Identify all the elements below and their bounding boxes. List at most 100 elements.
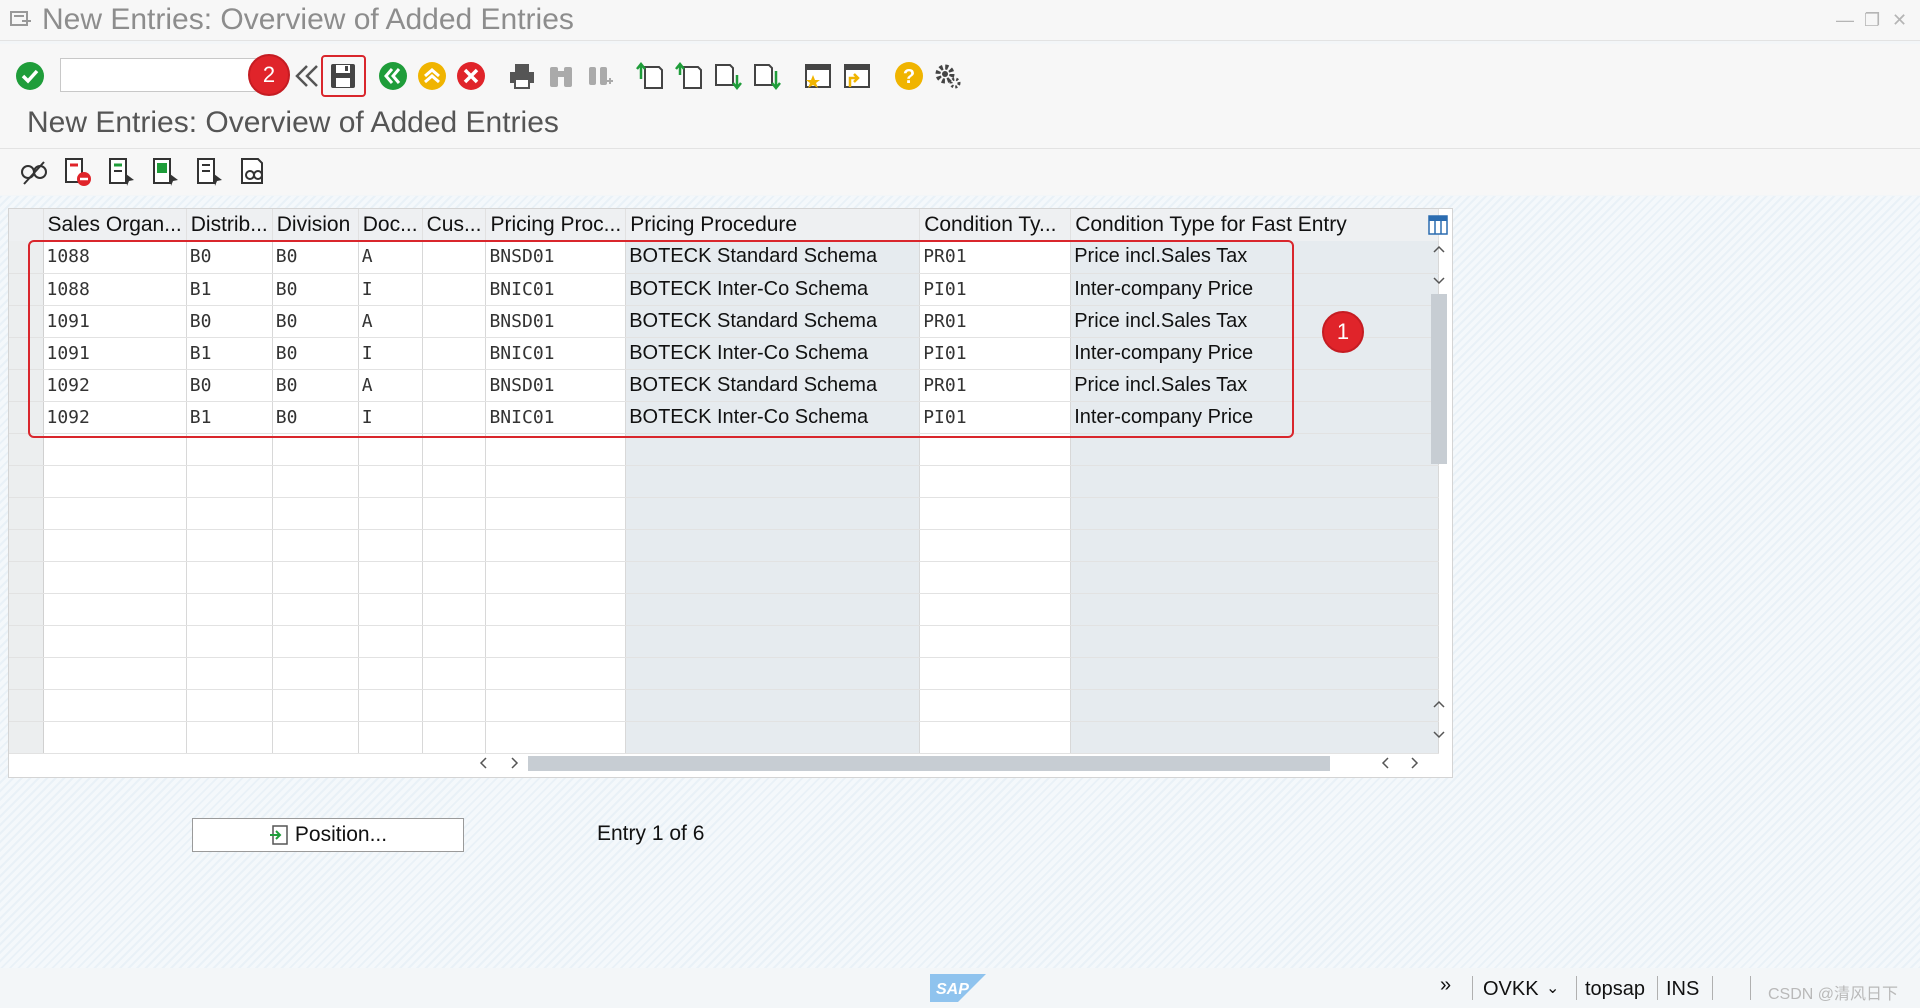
empty-cell[interactable] xyxy=(43,561,187,594)
find-next-icon[interactable] xyxy=(584,60,616,92)
empty-cell[interactable] xyxy=(919,593,1072,626)
empty-cell[interactable] xyxy=(272,561,359,594)
previous-page-icon[interactable] xyxy=(673,60,705,92)
empty-cell[interactable] xyxy=(43,721,187,754)
row-selector[interactable] xyxy=(9,657,44,690)
command-field[interactable] xyxy=(60,58,260,92)
display-change-icon[interactable] xyxy=(18,156,50,188)
empty-cell[interactable] xyxy=(485,465,627,498)
column-header[interactable]: Cus... xyxy=(422,209,487,241)
chevron-down-icon[interactable]: ⌄ xyxy=(1546,978,1559,998)
empty-cell[interactable] xyxy=(358,625,423,658)
empty-cell[interactable] xyxy=(422,497,487,530)
cancel-icon[interactable] xyxy=(455,60,487,92)
expand-status-icon[interactable]: » xyxy=(1440,974,1451,997)
empty-cell[interactable] xyxy=(422,465,487,498)
empty-cell[interactable] xyxy=(919,529,1072,562)
empty-cell[interactable] xyxy=(919,721,1072,754)
empty-cell[interactable] xyxy=(358,465,423,498)
row-selector[interactable] xyxy=(9,497,44,530)
empty-cell[interactable] xyxy=(422,593,487,626)
empty-cell[interactable] xyxy=(358,593,423,626)
last-page-icon[interactable] xyxy=(751,60,783,92)
row-selector[interactable] xyxy=(9,689,44,722)
close-window-icon[interactable]: ✕ xyxy=(1892,10,1907,31)
horizontal-scrollbar[interactable] xyxy=(470,752,1420,774)
collapse-command-icon[interactable] xyxy=(290,60,322,92)
empty-cell[interactable] xyxy=(358,657,423,690)
empty-cell[interactable] xyxy=(43,529,187,562)
empty-cell[interactable] xyxy=(43,689,187,722)
column-header[interactable]: Doc... xyxy=(358,209,423,241)
settings-gear-icon[interactable] xyxy=(932,60,964,92)
table-settings-icon[interactable] xyxy=(1428,215,1448,235)
column-header[interactable]: Pricing Procedure xyxy=(625,209,921,241)
minimize-icon[interactable]: — xyxy=(1836,10,1854,31)
empty-cell[interactable] xyxy=(186,657,273,690)
empty-cell[interactable] xyxy=(272,625,359,658)
empty-cell[interactable] xyxy=(422,625,487,658)
shortcut-icon[interactable] xyxy=(841,60,873,92)
empty-cell[interactable] xyxy=(272,529,359,562)
empty-cell[interactable] xyxy=(422,529,487,562)
enter-icon[interactable] xyxy=(14,60,46,92)
next-page-icon[interactable] xyxy=(712,60,744,92)
empty-cell[interactable] xyxy=(186,561,273,594)
empty-cell[interactable] xyxy=(485,625,627,658)
select-all-icon[interactable] xyxy=(106,156,138,188)
input-mode[interactable]: INS xyxy=(1666,978,1699,1001)
empty-cell[interactable] xyxy=(485,497,627,530)
empty-cell[interactable] xyxy=(919,465,1072,498)
empty-cell[interactable] xyxy=(485,529,627,562)
empty-cell[interactable] xyxy=(358,561,423,594)
empty-cell[interactable] xyxy=(43,593,187,626)
deselect-all-icon[interactable] xyxy=(194,156,226,188)
back-icon[interactable] xyxy=(377,60,409,92)
empty-cell[interactable] xyxy=(272,497,359,530)
column-header[interactable]: Distrib... xyxy=(186,209,273,241)
empty-cell[interactable] xyxy=(186,625,273,658)
delete-entry-icon[interactable] xyxy=(62,156,94,188)
column-header[interactable]: Division xyxy=(272,209,359,241)
empty-cell[interactable] xyxy=(358,497,423,530)
empty-cell[interactable] xyxy=(43,465,187,498)
first-page-icon[interactable] xyxy=(634,60,666,92)
app-menu-icon[interactable] xyxy=(10,10,32,28)
empty-cell[interactable] xyxy=(422,689,487,722)
empty-cell[interactable] xyxy=(422,721,487,754)
new-session-icon[interactable] xyxy=(802,60,834,92)
column-header[interactable]: Pricing Proc... xyxy=(485,209,627,241)
empty-cell[interactable] xyxy=(919,561,1072,594)
empty-cell[interactable] xyxy=(919,657,1072,690)
empty-cell[interactable] xyxy=(43,625,187,658)
print-icon[interactable] xyxy=(506,60,538,92)
column-header[interactable]: Condition Type for Fast Entry xyxy=(1070,209,1440,241)
restore-icon[interactable]: ❐ xyxy=(1864,10,1880,31)
empty-cell[interactable] xyxy=(272,657,359,690)
exit-icon[interactable] xyxy=(416,60,448,92)
empty-cell[interactable] xyxy=(358,689,423,722)
empty-cell[interactable] xyxy=(485,561,627,594)
empty-cell[interactable] xyxy=(919,689,1072,722)
empty-cell[interactable] xyxy=(919,497,1072,530)
empty-cell[interactable] xyxy=(422,561,487,594)
empty-cell[interactable] xyxy=(485,657,627,690)
empty-cell[interactable] xyxy=(485,689,627,722)
empty-cell[interactable] xyxy=(186,497,273,530)
row-selector[interactable] xyxy=(9,625,44,658)
empty-cell[interactable] xyxy=(43,497,187,530)
empty-cell[interactable] xyxy=(186,593,273,626)
empty-cell[interactable] xyxy=(358,529,423,562)
save-icon[interactable] xyxy=(327,60,359,92)
empty-cell[interactable] xyxy=(186,529,273,562)
empty-cell[interactable] xyxy=(186,721,273,754)
empty-cell[interactable] xyxy=(272,721,359,754)
position-button[interactable]: Position... xyxy=(192,818,464,852)
vertical-scrollbar[interactable] xyxy=(1428,242,1450,747)
select-all-header[interactable] xyxy=(9,209,44,241)
empty-cell[interactable] xyxy=(272,689,359,722)
empty-cell[interactable] xyxy=(485,721,627,754)
find-icon[interactable] xyxy=(545,60,577,92)
column-header[interactable]: Condition Ty... xyxy=(919,209,1072,241)
print-field-list-icon[interactable] xyxy=(238,156,270,188)
